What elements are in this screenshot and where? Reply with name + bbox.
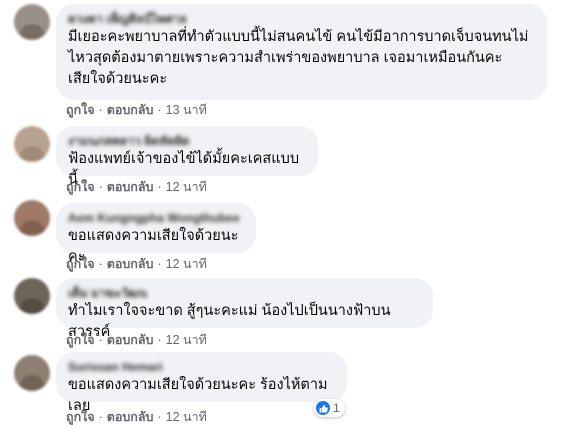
- avatar[interactable]: [14, 126, 50, 162]
- reply-link[interactable]: ตอบกลับ: [107, 257, 154, 271]
- like-link[interactable]: ถูกใจ: [66, 410, 95, 424]
- comment-author[interactable]: ดวงตา เพ็ญศิลป์ไพศาล: [68, 11, 535, 27]
- avatar[interactable]: [14, 355, 50, 391]
- like-link[interactable]: ถูกใจ: [66, 257, 95, 271]
- comment-bubble: Surissan Hemari ขอแสดงความเสียใจด้วยนะคะ…: [56, 352, 347, 414]
- like-reaction-icon: [316, 401, 330, 415]
- avatar[interactable]: [14, 4, 50, 40]
- timestamp[interactable]: 12 นาที: [166, 180, 207, 194]
- reply-link[interactable]: ตอบกลับ: [107, 333, 154, 347]
- like-link[interactable]: ถูกใจ: [66, 333, 95, 347]
- comment-author[interactable]: Aem Kungngpha Wongthubee: [68, 210, 244, 226]
- comment-author[interactable]: Surissan Hemari: [68, 359, 335, 375]
- comment-bubble: Aem Kungngpha Wongthubee ขอแสดงความเสียใ…: [56, 203, 256, 265]
- reaction-badge[interactable]: 1: [314, 399, 345, 417]
- comment-bubble: ดวงตา เพ็ญศิลป์ไพศาล มีเยอะคะพยาบาลที่ทำ…: [56, 4, 547, 100]
- avatar[interactable]: [14, 278, 50, 314]
- like-link[interactable]: ถูกใจ: [66, 103, 95, 117]
- timestamp[interactable]: 12 นาที: [166, 257, 207, 271]
- timestamp[interactable]: 12 นาที: [166, 333, 207, 347]
- comment-actions: ถูกใจ · ตอบกลับ · 12 นาที: [66, 257, 207, 271]
- reply-link[interactable]: ตอบกลับ: [107, 103, 154, 117]
- timestamp[interactable]: 13 นาที: [166, 103, 207, 117]
- avatar[interactable]: [14, 200, 50, 236]
- comment-actions: ถูกใจ · ตอบกลับ · 13 นาที: [66, 103, 207, 117]
- comment-bubble: งามนภสตดาว ผิดหัดฝัด ฟ้องแพทย์เจ้าของไข้…: [56, 126, 318, 188]
- comment-bubble: เต็ม มาฆะวัฒน ทำไมเราใจจะขาด สู้ๆนะคะแม่…: [56, 278, 433, 340]
- reply-link[interactable]: ตอบกลับ: [107, 410, 154, 424]
- timestamp[interactable]: 12 นาที: [166, 410, 207, 424]
- comment-actions: ถูกใจ · ตอบกลับ · 12 นาที: [66, 180, 207, 194]
- comment-author[interactable]: งามนภสตดาว ผิดหัดฝัด: [68, 133, 306, 149]
- like-link[interactable]: ถูกใจ: [66, 180, 95, 194]
- comment-text: มีเยอะคะพยาบาลที่ทำตัวแบบนี้ไม่สนคนไข้ ค…: [68, 29, 529, 87]
- comment-actions: ถูกใจ · ตอบกลับ · 12 นาที: [66, 333, 207, 347]
- reply-link[interactable]: ตอบกลับ: [107, 180, 154, 194]
- comment-actions: ถูกใจ · ตอบกลับ · 12 นาที: [66, 410, 207, 424]
- comment-author[interactable]: เต็ม มาฆะวัฒน: [68, 285, 421, 301]
- comment-thread: ดวงตา เพ็ญศิลป์ไพศาล มีเยอะคะพยาบาลที่ทำ…: [0, 0, 586, 429]
- reaction-count: 1: [333, 401, 340, 415]
